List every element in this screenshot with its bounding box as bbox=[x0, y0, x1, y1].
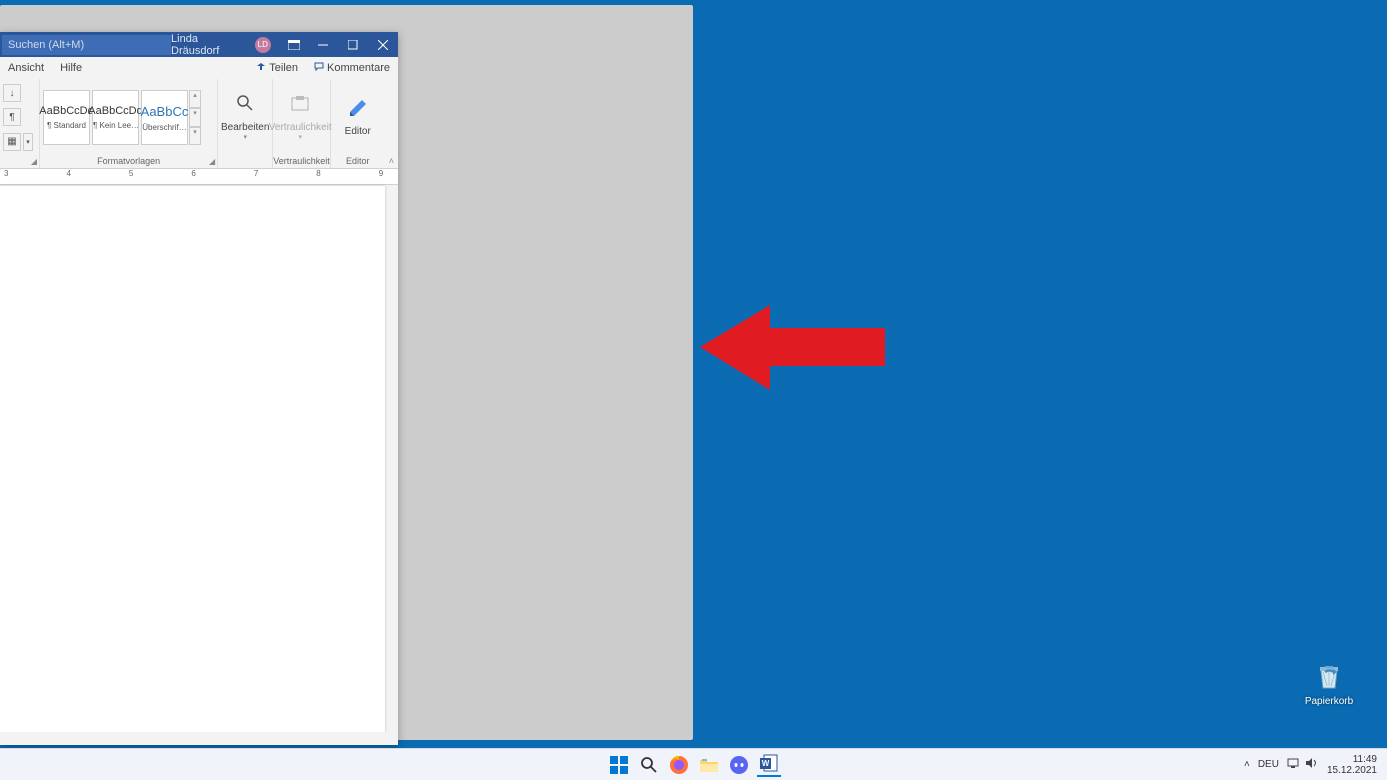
recycle-bin-label: Papierkorb bbox=[1299, 696, 1359, 707]
document-page[interactable] bbox=[0, 186, 385, 732]
firefox-icon[interactable] bbox=[667, 753, 691, 777]
svg-text:W: W bbox=[761, 759, 769, 768]
search-placeholder: Suchen (Alt+M) bbox=[8, 39, 84, 51]
sensitivity-icon bbox=[290, 94, 310, 118]
taskbar-center: W bbox=[607, 749, 781, 780]
editor-icon bbox=[348, 98, 368, 122]
document-area[interactable] bbox=[0, 186, 398, 732]
paragraph-group-partial: ↓ ¶ ▦ ▾ ◢ bbox=[0, 79, 40, 168]
collapse-ribbon-button[interactable]: ˄ bbox=[385, 154, 398, 168]
editing-group: Bearbeiten ▾ bbox=[218, 79, 273, 168]
editor-group-label: Editor bbox=[331, 156, 385, 168]
minimize-button[interactable] bbox=[309, 32, 339, 57]
style-gallery-scroll[interactable]: ▴ ▾ ▾ bbox=[189, 90, 201, 145]
ribbon-tabs: Ansicht Hilfe Teilen Kommentare bbox=[0, 57, 398, 79]
clock[interactable]: 11:49 15.12.2021 bbox=[1327, 754, 1377, 776]
user-name[interactable]: Linda Dräusdorf bbox=[171, 33, 249, 57]
styles-launcher-icon[interactable]: ◢ bbox=[209, 157, 215, 166]
tab-ansicht[interactable]: Ansicht bbox=[0, 57, 52, 79]
trash-icon bbox=[1313, 660, 1345, 692]
styles-group: AaBbCcDd ¶ Standard AaBbCcDd ¶ Kein Lee…… bbox=[40, 79, 218, 168]
vertraulichkeit-button: Vertraulichkeit ▾ bbox=[275, 83, 325, 153]
network-icon[interactable] bbox=[1287, 757, 1301, 772]
start-button[interactable] bbox=[607, 753, 631, 777]
search-icon bbox=[236, 94, 254, 118]
pilcrow-button[interactable]: ¶ bbox=[3, 108, 21, 126]
tray-chevron-icon[interactable]: ˄ bbox=[1244, 759, 1250, 770]
recycle-bin-icon[interactable]: Papierkorb bbox=[1299, 660, 1359, 707]
sensitivity-group-label: Vertraulichkeit bbox=[273, 156, 330, 168]
style-scroll-down[interactable]: ▾ bbox=[189, 108, 201, 126]
time-text: 11:49 bbox=[1327, 754, 1377, 765]
search-input[interactable]: Suchen (Alt+M) bbox=[2, 35, 171, 55]
editor-group: Editor Editor bbox=[331, 79, 385, 168]
style-standard[interactable]: AaBbCcDd ¶ Standard bbox=[43, 90, 90, 145]
ribbon-display-button[interactable] bbox=[279, 32, 309, 57]
comments-button[interactable]: Kommentare bbox=[306, 62, 398, 75]
horizontal-ruler[interactable]: 3 4 5 6 7 8 9 bbox=[0, 169, 398, 185]
comment-icon bbox=[314, 62, 324, 75]
paragraph-group-label: ◢ bbox=[0, 156, 39, 168]
search-taskbar-button[interactable] bbox=[637, 753, 661, 777]
file-explorer-icon[interactable] bbox=[697, 753, 721, 777]
volume-icon[interactable] bbox=[1305, 757, 1319, 772]
sort-button[interactable]: ↓ bbox=[3, 84, 21, 102]
bearbeiten-button[interactable]: Bearbeiten ▾ bbox=[220, 83, 270, 153]
tab-hilfe[interactable]: Hilfe bbox=[52, 57, 90, 79]
system-tray: ˄ DEU 11:49 15.12.2021 bbox=[1244, 754, 1387, 776]
borders-button[interactable]: ▦ bbox=[3, 133, 21, 151]
dropdown-arrow[interactable]: ▾ bbox=[23, 133, 33, 151]
red-arrow-annotation bbox=[700, 300, 890, 400]
discord-icon[interactable] bbox=[727, 753, 751, 777]
word-window: Suchen (Alt+M) Linda Dräusdorf LD Ansich… bbox=[0, 32, 398, 745]
close-button[interactable] bbox=[368, 32, 398, 57]
style-ueberschrift[interactable]: AaBbCc Überschrif… bbox=[141, 90, 188, 145]
word-statusbar bbox=[0, 732, 398, 745]
style-scroll-up[interactable]: ▴ bbox=[189, 90, 201, 108]
sensitivity-group: Vertraulichkeit ▾ Vertraulichkeit bbox=[273, 79, 331, 168]
share-button[interactable]: Teilen bbox=[248, 62, 306, 75]
ribbon: ↓ ¶ ▦ ▾ ◢ AaBbCcDd ¶ Standard AaBbCcDd ¶… bbox=[0, 79, 398, 169]
style-kein-leerraum[interactable]: AaBbCcDd ¶ Kein Lee… bbox=[92, 90, 139, 145]
language-indicator[interactable]: DEU bbox=[1258, 759, 1279, 770]
user-avatar[interactable]: LD bbox=[255, 37, 271, 53]
taskbar[interactable]: W ˄ DEU 11:49 15.12.2021 bbox=[0, 748, 1387, 780]
maximize-button[interactable] bbox=[338, 32, 368, 57]
editor-button[interactable]: Editor bbox=[333, 83, 383, 153]
style-gallery-more[interactable]: ▾ bbox=[189, 127, 201, 145]
share-icon bbox=[256, 62, 266, 75]
date-text: 15.12.2021 bbox=[1327, 765, 1377, 776]
styles-group-label: Formatvorlagen ◢ bbox=[40, 156, 217, 168]
word-taskbar-icon[interactable]: W bbox=[757, 753, 781, 777]
word-titlebar[interactable]: Suchen (Alt+M) Linda Dräusdorf LD bbox=[0, 32, 398, 57]
launcher-icon[interactable]: ◢ bbox=[31, 157, 37, 166]
